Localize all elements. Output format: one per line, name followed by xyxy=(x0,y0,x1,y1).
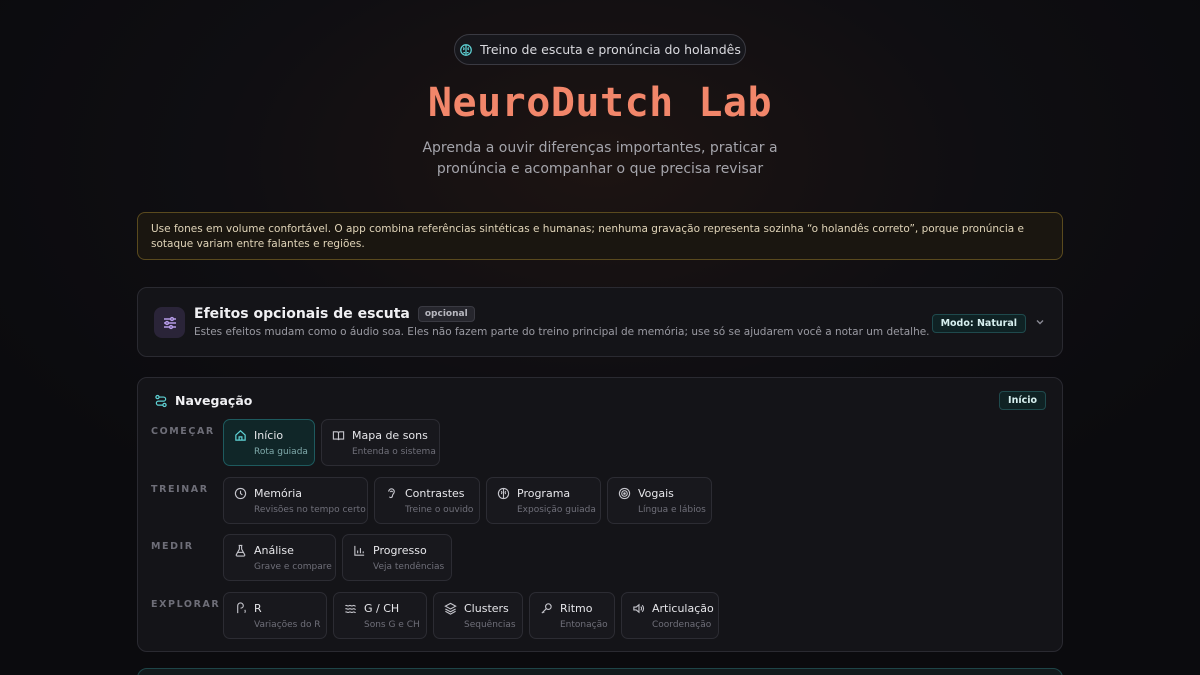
effects-description: Estes efeitos mudam como o áudio soa. El… xyxy=(194,326,930,338)
nav-item-label: Programa xyxy=(517,487,571,500)
nav-item-label: Contrastes xyxy=(405,487,465,500)
nav-item-inicio[interactable]: Início Rota guiada xyxy=(223,419,315,466)
current-section-badge: Início xyxy=(999,391,1046,410)
flask-icon xyxy=(235,544,246,557)
nav-item-label: G / CH xyxy=(364,602,400,615)
nav-item-progresso[interactable]: Progresso Veja tendências xyxy=(342,534,452,581)
nav-item-sub: Veja tendências xyxy=(373,562,445,572)
nav-item-r[interactable]: R Variações do R xyxy=(223,592,327,639)
mode-badge: Modo: Natural xyxy=(931,314,1026,333)
sliders-icon xyxy=(154,307,185,338)
nav-item-label: Mapa de sons xyxy=(352,429,428,442)
nav-item-memoria[interactable]: Memória Revisões no tempo certo xyxy=(223,477,368,524)
nav-item-label: Memória xyxy=(254,487,303,500)
group-label-explorar: EXPLORAR xyxy=(151,599,221,610)
nav-item-label: Clusters xyxy=(464,602,509,615)
tagline-text: Treino de escuta e pronúncia do holandês xyxy=(480,42,741,57)
nav-item-sub: Rota guiada xyxy=(254,447,308,457)
nav-item-label: Ritmo xyxy=(560,602,593,615)
nav-item-label: Articulação xyxy=(652,602,714,615)
nav-item-sub: Revisões no tempo certo xyxy=(254,505,366,515)
nav-item-sub: Entonação xyxy=(560,620,608,630)
nav-item-programa[interactable]: Programa Exposição guiada xyxy=(486,477,601,524)
nav-item-vogais[interactable]: Vogais Língua e lábios xyxy=(607,477,712,524)
group-label-treinar: TREINAR xyxy=(151,484,209,495)
tagline-pill: Treino de escuta e pronúncia do holandês xyxy=(454,34,746,65)
nav-item-sub: Sequências xyxy=(464,620,516,630)
nav-item-label: Vogais xyxy=(638,487,674,500)
brain-icon xyxy=(460,43,473,56)
nav-item-contrastes[interactable]: Contrastes Treine o ouvido xyxy=(374,477,480,524)
nav-item-clusters[interactable]: Clusters Sequências xyxy=(433,592,523,639)
headphones-notice: Use fones em volume confortável. O app c… xyxy=(137,212,1063,260)
nav-item-g-ch[interactable]: G / CH Sons G e CH xyxy=(333,592,427,639)
nav-item-sub: Variações do R xyxy=(254,620,321,630)
music-icon xyxy=(541,603,552,614)
nav-item-label: Progresso xyxy=(373,544,427,557)
nav-item-sub: Entenda o sistema xyxy=(352,447,436,457)
nav-item-label: Início xyxy=(254,429,284,442)
app-subtitle: Aprenda a ouvir diferenças importantes, … xyxy=(422,140,778,177)
navigation-title: Navegação xyxy=(175,393,253,408)
nav-item-sub: Sons G e CH xyxy=(364,620,420,630)
route-icon xyxy=(155,394,167,407)
layers-icon xyxy=(444,602,457,615)
brain-icon xyxy=(497,487,510,500)
target-icon xyxy=(618,487,631,500)
ear-icon xyxy=(388,488,395,498)
nav-item-label: R xyxy=(254,602,262,615)
home-icon xyxy=(235,430,246,441)
nav-item-analise[interactable]: Análise Grave e compare xyxy=(223,534,336,581)
r-sound-icon xyxy=(237,602,246,614)
effects-title: Efeitos opcionais de escuta xyxy=(194,306,410,322)
effects-panel[interactable]: Efeitos opcionais de escuta opcional Est… xyxy=(137,287,1063,357)
group-label-comecar: COMEÇAR xyxy=(151,426,215,437)
bar-chart-icon xyxy=(354,545,365,556)
chevron-down-icon[interactable] xyxy=(1034,316,1046,328)
nav-item-label: Análise xyxy=(254,544,294,557)
nav-item-sub: Língua e lábios xyxy=(638,505,706,515)
nav-item-ritmo[interactable]: Ritmo Entonação xyxy=(529,592,615,639)
next-section-card xyxy=(137,668,1063,675)
book-icon xyxy=(332,431,345,441)
group-label-medir: MEDIR xyxy=(151,541,194,552)
navigation-panel: Navegação Início COMEÇAR TREINAR MEDIR E… xyxy=(137,377,1063,652)
clock-icon xyxy=(234,487,247,500)
nav-item-sub: Treine o ouvido xyxy=(405,505,474,515)
nav-item-sub: Coordenação xyxy=(652,620,712,630)
speaker-icon xyxy=(633,603,645,614)
app-title: NeuroDutch Lab xyxy=(427,80,773,126)
nav-item-articulacao[interactable]: Articulação Coordenação xyxy=(621,592,719,639)
nav-item-mapa-de-sons[interactable]: Mapa de sons Entenda o sistema xyxy=(321,419,440,466)
optional-badge: opcional xyxy=(417,306,475,322)
nav-item-sub: Exposição guiada xyxy=(517,505,596,515)
nav-item-sub: Grave e compare xyxy=(254,562,332,572)
waves-icon xyxy=(345,604,357,614)
